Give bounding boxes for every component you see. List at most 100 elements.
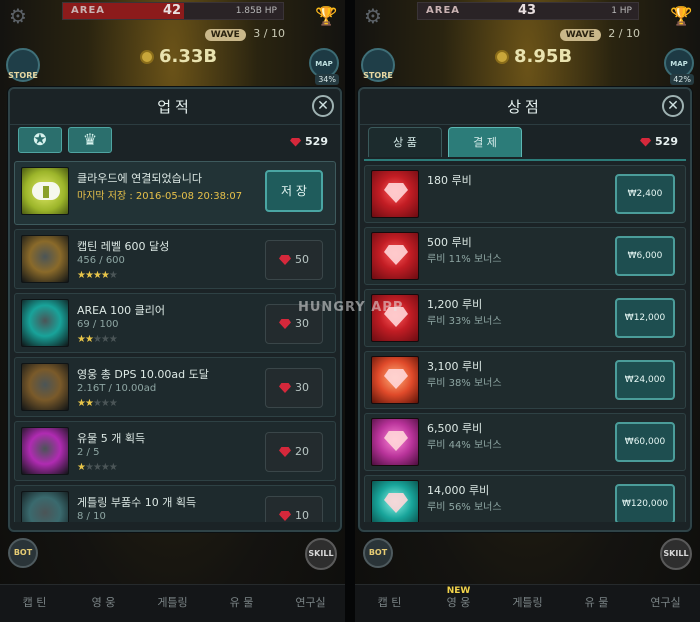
achievement-progress: 2 / 5	[77, 447, 100, 458]
enemy-hp: 1.85B HP	[235, 6, 277, 16]
bot-button[interactable]: BOT	[363, 538, 393, 568]
buy-button[interactable]: ₩12,000	[615, 298, 675, 338]
coin-icon	[140, 50, 154, 64]
gold-amount: 6.33B	[140, 46, 217, 67]
achievement-title: 유물 5 개 획득	[77, 432, 146, 445]
panel-header: 상점	[360, 89, 690, 125]
achievement-row: 유물 5 개 획득 2 / 5 ★★★★★ 20	[14, 421, 336, 481]
shop-list[interactable]: 180 루비 ₩2,400 500 루비 루비 11% 보너스 ₩6,000 1…	[364, 159, 686, 522]
shop-item-row: 500 루비 루비 11% 보너스 ₩6,000	[364, 227, 686, 285]
achievement-row: 캡틴 레벨 600 달성 456 / 600 ★★★★★ 50	[14, 229, 336, 289]
achievement-title: 영웅 총 DPS 10.00ad 도달	[77, 368, 209, 381]
achievement-stars: ★★★★★	[77, 398, 118, 409]
achievement-stars: ★★★★★	[77, 462, 118, 473]
wave-value: 2 / 10	[608, 27, 640, 40]
buy-button[interactable]: ₩24,000	[615, 360, 675, 400]
coin-icon	[495, 50, 509, 64]
star-icon: ★	[84, 398, 94, 409]
achievement-list[interactable]: 클라우드에 연결되었습니다 마지막 저장 : 2016-05-08 20:38:…	[14, 161, 336, 522]
area-label: AREA	[71, 5, 106, 16]
wave-label: WAVE	[204, 29, 246, 41]
nav-heroes[interactable]: NEW 영 웅	[424, 585, 493, 622]
crown-icon[interactable]: ♛	[68, 127, 112, 153]
tab-payment[interactable]: 결 제	[448, 127, 522, 157]
ruby-icon	[279, 383, 291, 393]
nav-relics[interactable]: 유 물	[207, 585, 276, 622]
ruby-balance: 529	[290, 135, 328, 148]
buy-button[interactable]: ₩120,000	[615, 484, 675, 522]
achievement-progress: 2.16T / 10.00ad	[77, 383, 157, 394]
right-screen: ⚙ AREA 43 1 HP 🏆 WAVE 2 / 10 STORE 8.95B…	[355, 0, 700, 622]
enemy-hp: 1 HP	[611, 6, 632, 16]
achievement-row: AREA 100 클리어 69 / 100 ★★★★★ 30	[14, 293, 336, 353]
trophy-icon[interactable]: 🏆	[670, 6, 692, 28]
star-icon: ★	[100, 334, 110, 345]
ribbon-icon[interactable]: ✪	[18, 127, 62, 153]
achievement-title: 캡틴 레벨 600 달성	[77, 240, 170, 253]
close-button[interactable]: ✕	[312, 95, 334, 117]
bot-button[interactable]: BOT	[8, 538, 38, 568]
ruby-pack-title: 180 루비	[427, 174, 472, 187]
last-save-time: 마지막 저장 : 2016-05-08 20:38:07	[77, 191, 243, 202]
achievement-row: 영웅 총 DPS 10.00ad 도달 2.16T / 10.00ad ★★★★…	[14, 357, 336, 417]
ruby-pack-bonus: 루비 11% 보너스	[427, 254, 502, 265]
star-icon: ★	[92, 270, 102, 281]
ruby-pack-icon	[371, 232, 419, 280]
achievement-title: 게틀링 부품수 10 개 획득	[77, 496, 197, 509]
nav-relics[interactable]: 유 물	[562, 585, 631, 622]
ruby-icon	[640, 137, 652, 147]
settings-gear-icon[interactable]: ⚙	[361, 4, 385, 28]
claim-reward-button[interactable]: 50	[265, 240, 323, 280]
achievement-title: AREA 100 클리어	[77, 304, 165, 317]
map-percent: 34%	[315, 74, 339, 85]
nav-gatling[interactable]: 게틀링	[138, 585, 207, 622]
nav-lab[interactable]: 연구실	[631, 585, 700, 622]
store-button[interactable]: STORE	[6, 48, 40, 82]
map-percent: 42%	[670, 74, 694, 85]
skill-button[interactable]: SKILL	[305, 538, 337, 570]
ruby-icon	[279, 447, 291, 457]
star-icon: ★	[84, 462, 94, 473]
close-button[interactable]: ✕	[662, 95, 684, 117]
store-button[interactable]: STORE	[361, 48, 395, 82]
skill-button[interactable]: SKILL	[660, 538, 692, 570]
buy-button[interactable]: ₩2,400	[615, 174, 675, 214]
claim-reward-button[interactable]: 20	[265, 432, 323, 472]
save-button[interactable]: 저 장	[265, 170, 323, 212]
star-icon: ★	[100, 462, 110, 473]
wave-value: 3 / 10	[253, 27, 285, 40]
trophy-icon[interactable]: 🏆	[315, 6, 337, 28]
ruby-icon	[279, 319, 291, 329]
achievement-progress: 8 / 10	[77, 511, 106, 522]
star-icon: ★	[108, 462, 118, 473]
cloud-status-title: 클라우드에 연결되었습니다	[77, 172, 202, 185]
gold-value: 8.95B	[514, 46, 573, 67]
achievement-icon	[21, 427, 69, 475]
star-icon: ★	[84, 270, 94, 281]
area-number: 42	[163, 3, 182, 18]
panel-title: 업적	[157, 98, 193, 116]
buy-button[interactable]: ₩6,000	[615, 236, 675, 276]
nav-gatling[interactable]: 게틀링	[493, 585, 562, 622]
nav-heroes[interactable]: 영 웅	[69, 585, 138, 622]
nav-lab[interactable]: 연구실	[276, 585, 345, 622]
buy-button[interactable]: ₩60,000	[615, 422, 675, 462]
achievement-stars: ★★★★★	[77, 270, 118, 281]
claim-reward-button[interactable]: 10	[265, 496, 323, 522]
ruby-icon	[279, 511, 291, 521]
ruby-pack-bonus: 루비 44% 보너스	[427, 440, 502, 451]
nav-captain[interactable]: 캡 틴	[355, 585, 424, 622]
claim-reward-button[interactable]: 30	[265, 368, 323, 408]
settings-gear-icon[interactable]: ⚙	[6, 4, 30, 28]
tab-goods[interactable]: 상 품	[368, 127, 442, 157]
panel-header: 업적	[10, 89, 340, 125]
area-bar: AREA 42 1.85B HP	[62, 2, 284, 20]
nav-captain[interactable]: 캡 틴	[0, 585, 69, 622]
left-screen: ⚙ AREA 42 1.85B HP 🏆 WAVE 3 / 10 STORE 6…	[0, 0, 345, 622]
ruby-pack-icon	[371, 418, 419, 466]
star-icon: ★	[92, 398, 102, 409]
star-icon: ★	[92, 334, 102, 345]
shop-item-row: 14,000 루비 루비 56% 보너스 ₩120,000	[364, 475, 686, 522]
ruby-pack-bonus: 루비 33% 보너스	[427, 316, 502, 327]
wave-indicator: WAVE 2 / 10	[559, 27, 640, 41]
